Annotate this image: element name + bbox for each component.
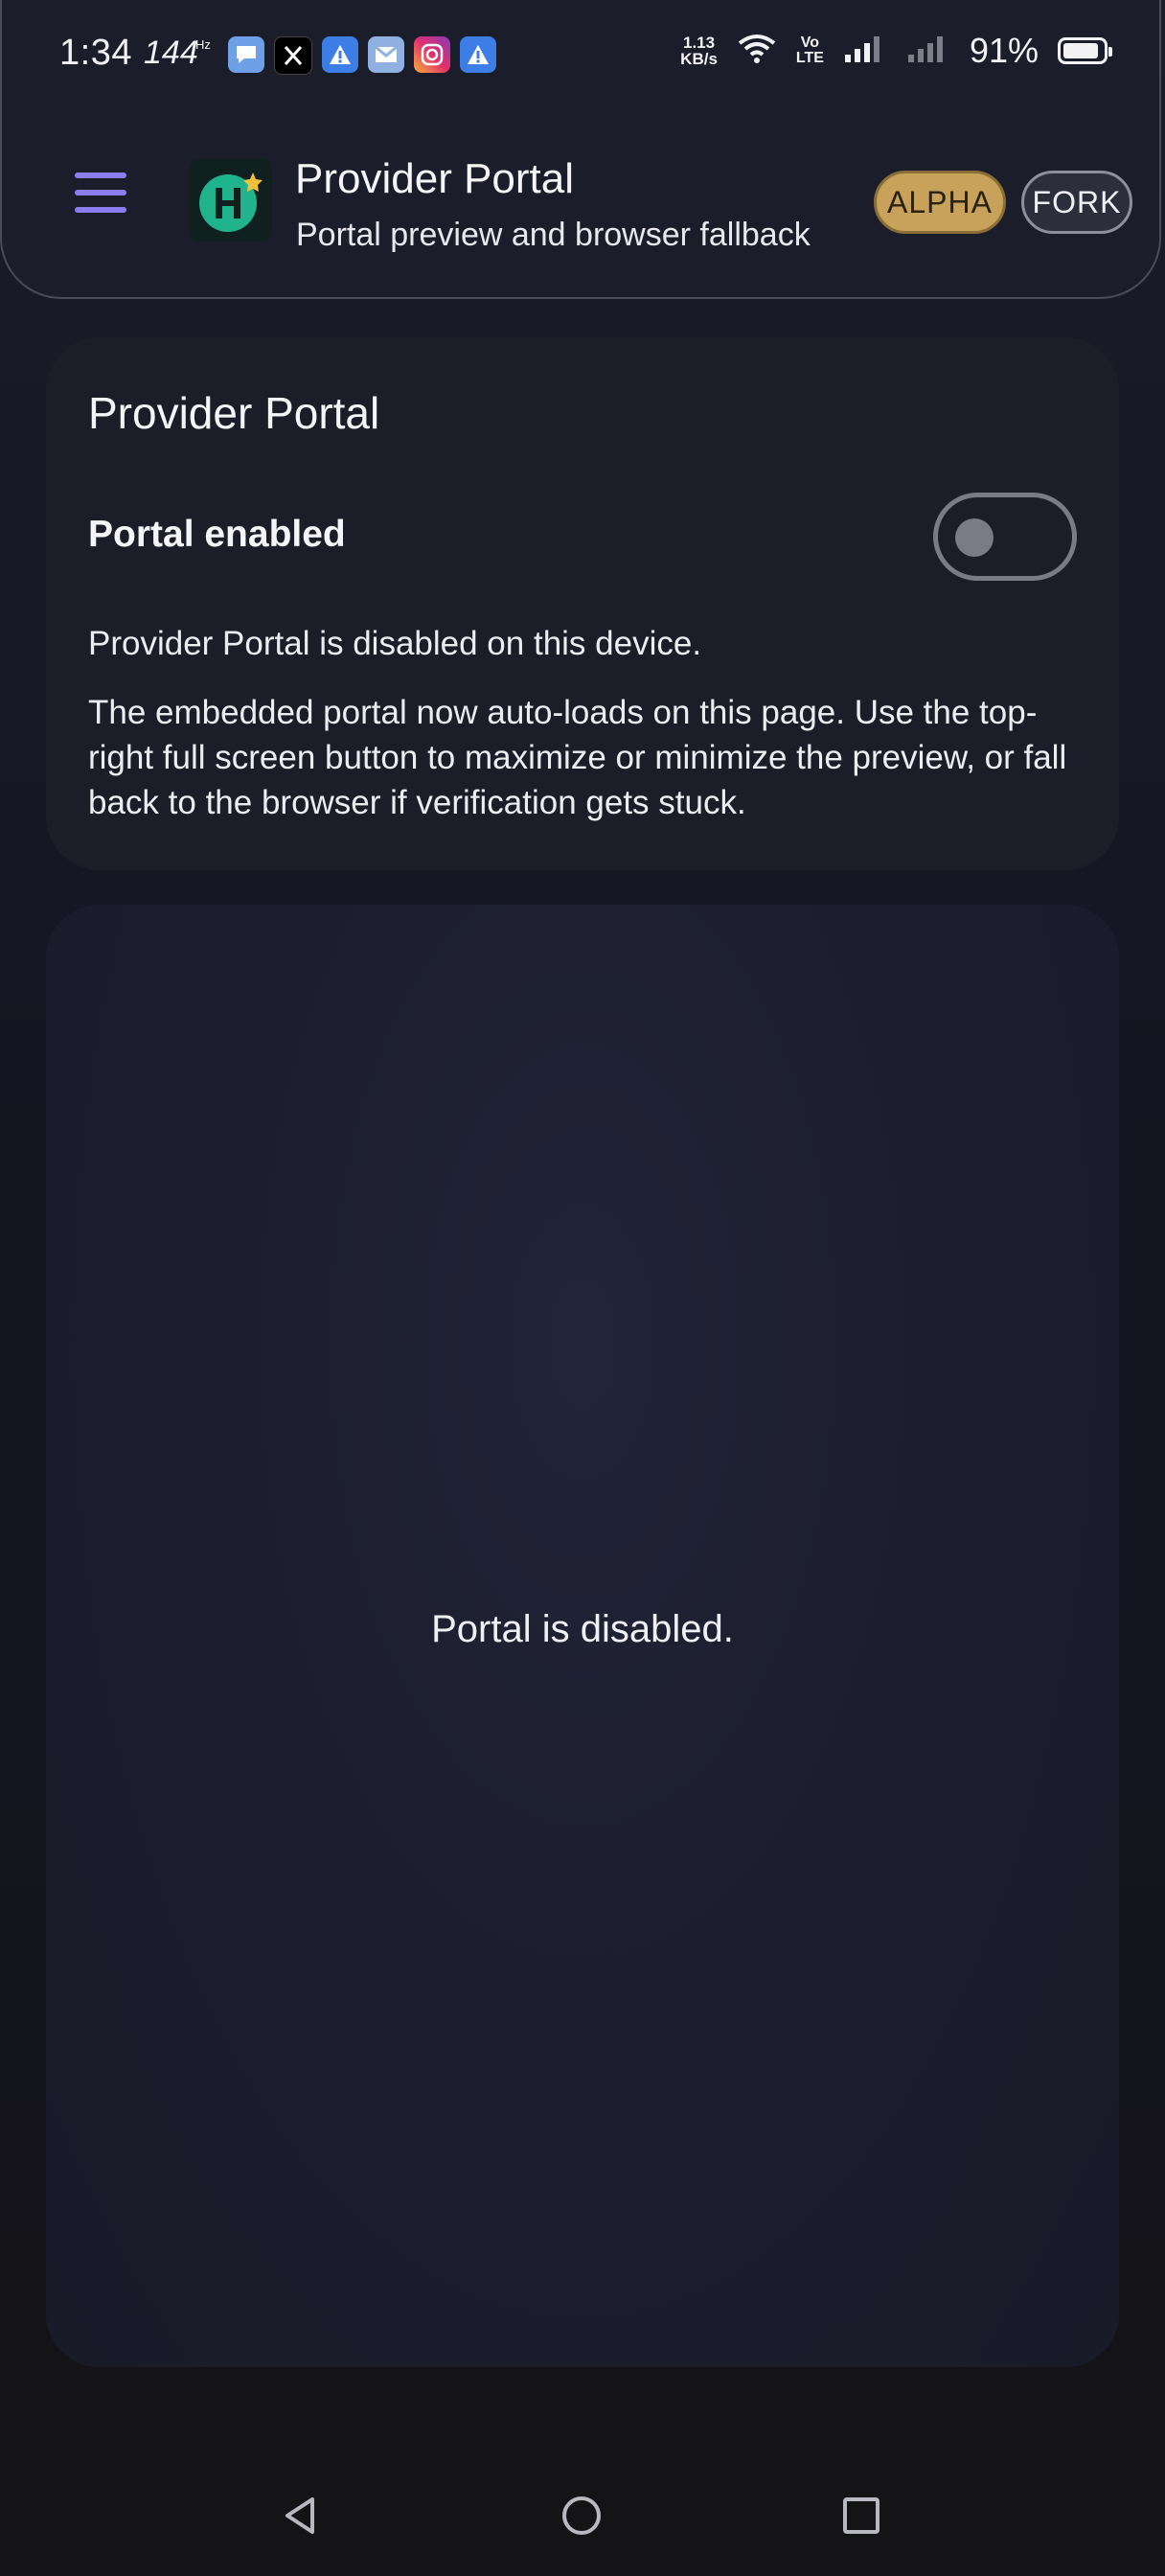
toggle-knob	[955, 518, 994, 557]
home-icon[interactable]	[558, 2492, 605, 2540]
menu-bar	[75, 172, 126, 178]
status-bar: 1:34 144 Hz 1.13 KB/s Vo LTE 91%	[2, 0, 1165, 107]
wifi-icon	[737, 34, 777, 69]
portal-preview-panel: Portal is disabled.	[46, 905, 1119, 2367]
lte-label: LTE	[795, 50, 824, 66]
menu-button[interactable]	[71, 172, 134, 224]
system-navigation-bar	[0, 2453, 1165, 2576]
signal-strength-icon	[843, 34, 887, 69]
network-speed-unit: KB/s	[680, 50, 718, 68]
fork-badge[interactable]: FORK	[1021, 171, 1132, 234]
portal-enabled-toggle[interactable]	[933, 493, 1077, 581]
app-subtitle: Portal preview and browser fallback	[296, 217, 811, 253]
network-speed: 1.13 KB/s	[680, 34, 718, 67]
volte-indicator: Vo LTE	[796, 35, 824, 66]
preview-disabled-message: Portal is disabled.	[431, 1608, 734, 1650]
notification-icons	[228, 36, 496, 75]
app-title: Provider Portal	[295, 155, 575, 202]
messages-icon	[228, 36, 264, 73]
portal-info-text: The embedded portal now auto-loads on th…	[88, 694, 1067, 821]
instagram-icon	[414, 36, 450, 73]
portal-status-text: Provider Portal is disabled on this devi…	[88, 625, 702, 662]
app-header: 1:34 144 Hz 1.13 KB/s Vo LTE 91% Provide…	[0, 0, 1161, 299]
alert-icon	[460, 36, 496, 73]
menu-bar	[75, 207, 126, 213]
refresh-rate-unit: Hz	[195, 37, 211, 52]
card-title: Provider Portal	[88, 388, 380, 438]
volte-label: Vo	[800, 34, 820, 51]
menu-bar	[75, 190, 126, 196]
battery-icon	[1058, 37, 1112, 64]
gmail-icon	[368, 36, 404, 73]
refresh-rate: 144	[144, 34, 198, 71]
status-time: 1:34	[59, 33, 132, 73]
screen: 1:34 144 Hz 1.13 KB/s Vo LTE 91% Provide…	[0, 0, 1165, 2576]
network-speed-value: 1.13	[682, 34, 716, 52]
app-logo	[190, 159, 272, 242]
x-icon	[274, 36, 312, 75]
battery-level	[1063, 43, 1098, 58]
status-indicators: 1.13 KB/s Vo LTE 91%	[680, 31, 1112, 71]
battery-percent: 91%	[969, 31, 1039, 70]
portal-enabled-label: Portal enabled	[88, 514, 346, 555]
recents-icon[interactable]	[837, 2492, 885, 2540]
back-icon[interactable]	[276, 2492, 324, 2540]
alert-icon	[322, 36, 358, 73]
alpha-badge: ALPHA	[874, 171, 1006, 234]
signal-strength-icon	[906, 34, 950, 69]
portal-settings-card: Provider Portal Portal enabled Provider …	[46, 337, 1119, 870]
